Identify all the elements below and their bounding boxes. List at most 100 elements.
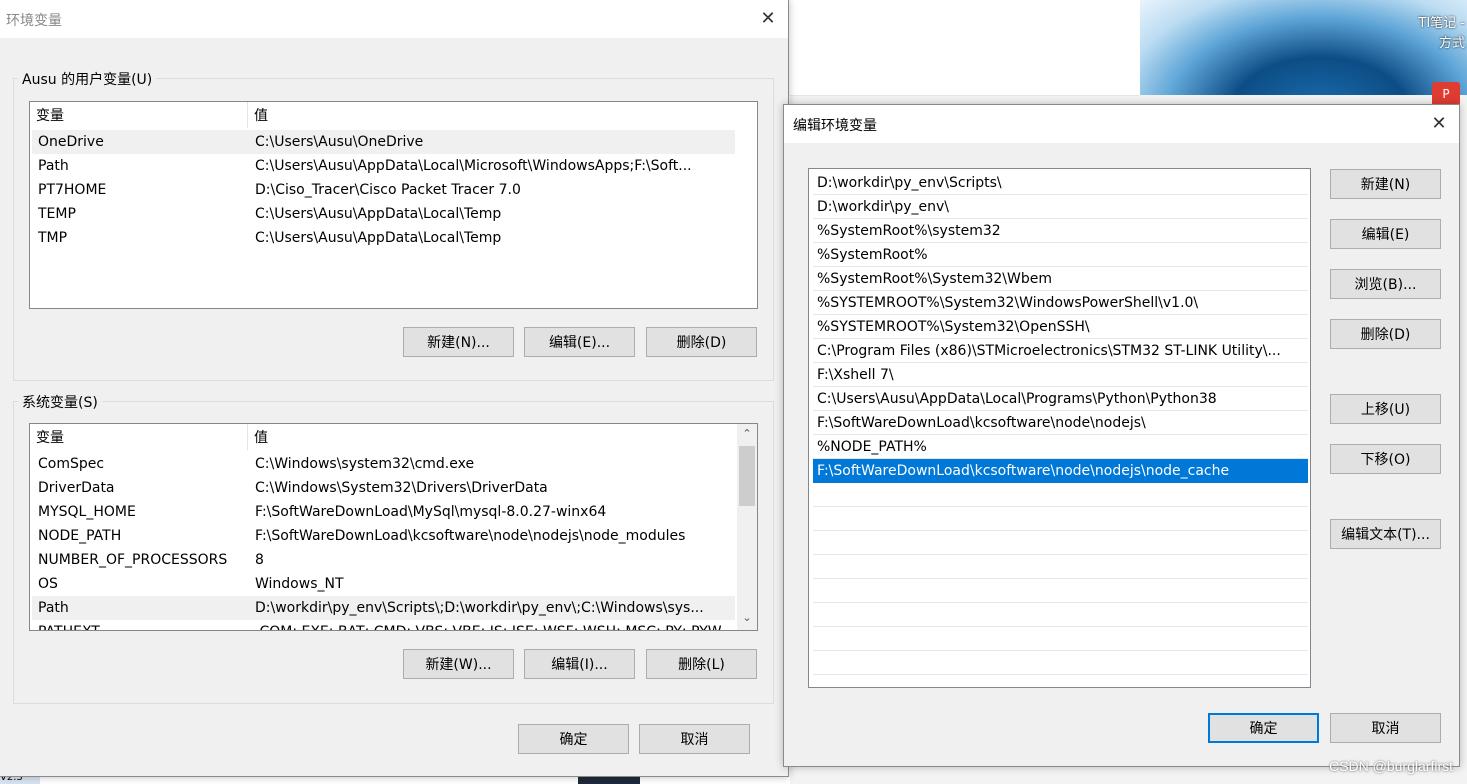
empty-path-row[interactable] — [813, 483, 1308, 507]
path-entry[interactable]: D:\workdir\py_env\ — [813, 195, 1308, 219]
variable-name-cell: OneDrive — [38, 134, 104, 150]
variable-value-cell: F:\SoftWareDownLoad\kcsoftware\node\node… — [255, 528, 686, 544]
variable-value-cell: C:\Windows\System32\Drivers\DriverData — [255, 480, 548, 496]
variable-name-cell: PATHEXT — [38, 620, 248, 630]
variable-value-cell: C:\Users\Ausu\OneDrive — [255, 134, 424, 150]
user-variables-label: Ausu 的用户变量(U) — [18, 69, 157, 89]
title-bar: 环境变量 ✕ — [0, 0, 788, 38]
move-up-button[interactable]: 上移(U) — [1330, 394, 1441, 424]
empty-path-row[interactable] — [813, 531, 1308, 555]
table-row[interactable]: DriverData C:\Windows\System32\Drivers\Dr… — [32, 476, 735, 500]
title-bar: 编辑环境变量 ✕ — [784, 105, 1459, 143]
desktop-shortcut-label[interactable]: TI笔记 - 方式 — [1418, 14, 1465, 54]
browse-button[interactable]: 浏览(B)... — [1330, 269, 1441, 299]
path-entry[interactable]: %NODE_PATH% — [813, 435, 1308, 459]
move-down-button[interactable]: 下移(O) — [1330, 444, 1441, 474]
variable-value-cell: C:\Users\Ausu\AppData\Local\Temp — [255, 230, 502, 246]
column-header-variable[interactable]: 变量 — [30, 424, 248, 450]
scroll-up-icon[interactable]: ⌃ — [737, 424, 757, 444]
edit-button[interactable]: 编辑(E) — [1330, 219, 1441, 249]
ok-button[interactable]: 确定 — [1208, 713, 1319, 743]
new-button[interactable]: 新建(N) — [1330, 169, 1441, 199]
user-edit-button[interactable]: 编辑(E)... — [524, 327, 635, 357]
variable-name-cell: DriverData — [38, 480, 115, 496]
variable-value-cell: C:\Users\Ausu\AppData\Local\Temp — [255, 206, 502, 222]
path-entry[interactable]: F:\SoftWareDownLoad\kcsoftware\node\node… — [813, 459, 1308, 483]
empty-path-row[interactable] — [813, 603, 1308, 627]
close-icon[interactable]: ✕ — [1424, 109, 1454, 139]
env-variables-dialog: 环境变量 ✕ Ausu 的用户变量(U) 变量 值 OneDrive C:\Use… — [0, 0, 789, 777]
empty-path-row[interactable] — [813, 627, 1308, 651]
cancel-button[interactable]: 取消 — [639, 724, 750, 754]
path-entry[interactable]: C:\Program Files (x86)\STMicroelectronic… — [813, 339, 1308, 363]
table-row[interactable]: OneDrive C:\Users\Ausu\OneDrive — [32, 130, 735, 154]
variable-value-cell: .COM;.EXE;.BAT;.CMD;.VBS;.VBE;.JS;.JSE;.… — [255, 620, 733, 630]
scroll-down-icon[interactable]: ⌄ — [737, 608, 757, 628]
system-new-button[interactable]: 新建(W)... — [403, 649, 514, 679]
variable-name-cell: Path — [38, 158, 69, 174]
empty-path-row[interactable] — [813, 579, 1308, 603]
delete-button[interactable]: 删除(D) — [1330, 319, 1441, 349]
desktop-wallpaper: TI笔记 - 方式 — [1140, 0, 1467, 95]
app-icon[interactable]: P — [1432, 82, 1460, 106]
table-row[interactable]: NUMBER_OF_PROCESSORS 8 — [32, 548, 735, 572]
table-row[interactable]: ComSpec C:\Windows\system32\cmd.exe — [32, 452, 735, 476]
dialog-title: 编辑环境变量 — [793, 118, 877, 134]
user-variables-list[interactable]: 变量 值 OneDrive C:\Users\Ausu\OneDrive Path C… — [29, 101, 758, 309]
variable-name-cell: ComSpec — [38, 456, 105, 472]
table-row[interactable]: TMP C:\Users\Ausu\AppData\Local\Temp — [32, 226, 735, 250]
column-header-value[interactable]: 值 — [248, 424, 735, 450]
variable-name-cell: NODE_PATH — [38, 528, 122, 544]
ok-button[interactable]: 确定 — [518, 724, 629, 754]
edit-text-button[interactable]: 编辑文本(T)... — [1330, 519, 1441, 549]
list-header: 变量 值 — [30, 102, 757, 128]
user-new-button[interactable]: 新建(N)... — [403, 327, 514, 357]
table-row[interactable]: PT7HOME D:\Ciso_Tracer\Cisco Packet Trace… — [32, 178, 735, 202]
path-entry[interactable]: F:\Xshell 7\ — [813, 363, 1308, 387]
path-entry[interactable]: %SystemRoot%\System32\Wbem — [813, 267, 1308, 291]
table-row[interactable]: Path D:\workdir\py_env\Scripts\;D:\workdi… — [32, 596, 735, 620]
path-entry[interactable]: %SystemRoot% — [813, 243, 1308, 267]
path-entry[interactable]: %SystemRoot%\system32 — [813, 219, 1308, 243]
user-delete-button[interactable]: 删除(D) — [646, 327, 757, 357]
empty-path-row[interactable] — [813, 507, 1308, 531]
table-row[interactable]: NODE_PATH F:\SoftWareDownLoad\kcsoftware\… — [32, 524, 735, 548]
system-edit-button[interactable]: 编辑(I)... — [524, 649, 635, 679]
variable-value-cell: D:\workdir\py_env\Scripts\;D:\workdir\py… — [255, 600, 704, 616]
dialog-title: 环境变量 — [6, 13, 62, 29]
cancel-button[interactable]: 取消 — [1330, 713, 1441, 743]
path-entry[interactable]: %SYSTEMROOT%\System32\OpenSSH\ — [813, 315, 1308, 339]
background-page — [790, 0, 1140, 96]
path-entry[interactable]: D:\workdir\py_env\Scripts\ — [813, 171, 1308, 195]
scrollbar-thumb[interactable] — [739, 446, 755, 506]
close-icon[interactable]: ✕ — [753, 4, 783, 34]
variable-name-cell: TMP — [38, 230, 68, 246]
path-entry[interactable]: %SYSTEMROOT%\System32\WindowsPowerShell\… — [813, 291, 1308, 315]
variable-value-cell: F:\SoftWareDownLoad\MySql\mysql-8.0.27-w… — [255, 504, 607, 520]
column-header-value[interactable]: 值 — [248, 102, 735, 128]
table-row[interactable]: Path C:\Users\Ausu\AppData\Local\Microsof… — [32, 154, 735, 178]
variable-name-cell: TEMP — [38, 206, 76, 222]
path-entries-list[interactable]: D:\workdir\py_env\Scripts\ D:\workdir\py_… — [808, 168, 1311, 688]
system-delete-button[interactable]: 删除(L) — [646, 649, 757, 679]
shortcut-label-line-1: TI笔记 - — [1418, 16, 1465, 31]
table-row[interactable]: MYSQL_HOME F:\SoftWareDownLoad\MySql\mysq… — [32, 500, 735, 524]
shortcut-label-line-2: 方式 — [1438, 36, 1465, 51]
path-entry[interactable]: F:\SoftWareDownLoad\kcsoftware\node\node… — [813, 411, 1308, 435]
taskbar-fragment-dark — [578, 776, 640, 784]
variable-value-cell: Windows_NT — [255, 576, 344, 592]
watermark: CSDN @burglarfirst — [1329, 758, 1453, 774]
system-variables-list[interactable]: 变量 值 ComSpec C:\Windows\system32\cmd.exe D… — [29, 423, 758, 631]
table-row[interactable]: OS Windows_NT — [32, 572, 735, 596]
system-variables-label: 系统变量(S) — [18, 392, 102, 412]
empty-path-row[interactable] — [813, 555, 1308, 579]
variable-name-cell: PT7HOME — [38, 182, 107, 198]
path-entry[interactable]: C:\Users\Ausu\AppData\Local\Programs\Pyt… — [813, 387, 1308, 411]
table-row[interactable]: PATHEXT .COM;.EXE;.BAT;.CMD;.VBS;.VBE;.JS… — [32, 620, 735, 630]
table-row[interactable]: TEMP C:\Users\Ausu\AppData\Local\Temp — [32, 202, 735, 226]
vertical-scrollbar[interactable]: ⌃ ⌄ — [737, 424, 757, 630]
empty-path-row[interactable] — [813, 651, 1308, 675]
variable-value-cell: D:\Ciso_Tracer\Cisco Packet Tracer 7.0 — [255, 182, 521, 198]
column-header-variable[interactable]: 变量 — [30, 102, 248, 128]
edit-env-variable-dialog: 编辑环境变量 ✕ D:\workdir\py_env\Scripts\ D:\wo… — [783, 104, 1460, 767]
